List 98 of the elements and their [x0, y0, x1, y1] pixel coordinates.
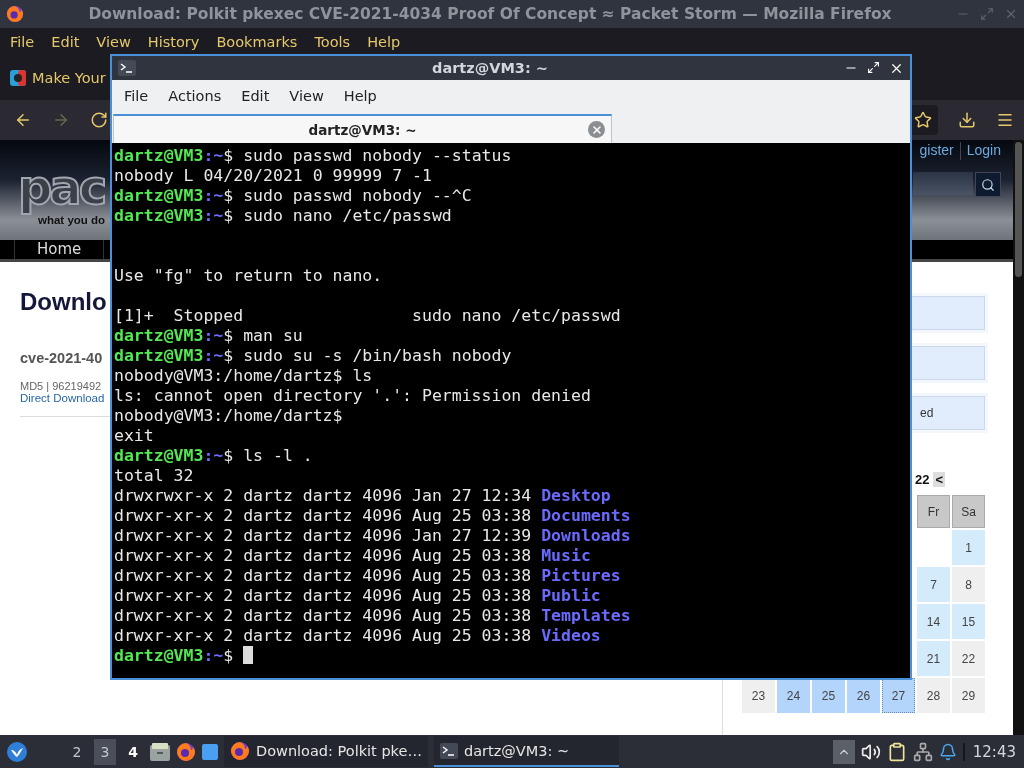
menu-item[interactable]: View	[281, 88, 332, 104]
calendar-day[interactable]: 28	[917, 678, 950, 713]
calendar-day[interactable]: 22	[952, 641, 985, 676]
weekday-header: Fr	[917, 495, 950, 528]
search-icon	[981, 177, 995, 192]
calendar-day[interactable]: 29	[952, 678, 985, 713]
menu-item[interactable]: Help	[335, 88, 385, 104]
page-heading: Downlo	[20, 288, 107, 316]
terminal-tab[interactable]: dartz@VM3: ~	[113, 114, 612, 143]
menu-item[interactable]: Edit	[233, 88, 278, 104]
terminal-title: dartz@VM3: ~	[431, 60, 549, 76]
terminal-line: dartz@VM3:~$	[114, 646, 908, 666]
search-button[interactable]	[975, 172, 1001, 197]
terminal-line: drwxr-xr-x 2 dartz dartz 4096 Aug 25 03:38 Templates	[114, 606, 632, 626]
previous-button[interactable]: <	[933, 472, 946, 487]
desktop-button[interactable]: 2	[66, 738, 88, 765]
firefox-icon	[6, 5, 24, 23]
terminal-line: ls: cannot open directory '.': Permission denied	[114, 386, 592, 406]
calendar-day[interactable]: 21	[917, 641, 950, 676]
terminal-line: dartz@VM3:~$ sudo su -s /bin/bash nobody	[114, 346, 513, 366]
menu-item[interactable]: Bookmarks	[210, 33, 304, 50]
calendar-day[interactable]: 7	[917, 567, 950, 602]
terminal-icon	[118, 60, 136, 76]
terminal-line: nobody@VM3:/home/dartz$	[114, 406, 344, 426]
site-tagline: what you do	[38, 214, 106, 226]
menu-item[interactable]: File	[116, 88, 157, 104]
menu-icon[interactable]	[996, 111, 1014, 129]
calendar-day[interactable]: 1	[952, 530, 985, 565]
terminal-line: nobody@VM3:/home/dartz$ ls	[114, 366, 374, 386]
panel-text: ed	[920, 406, 934, 420]
search-field[interactable]	[913, 172, 973, 195]
task-button[interactable]: Download: Polkit pke…	[224, 736, 428, 767]
firefox-icon	[230, 740, 250, 761]
calendar-day[interactable]: 23	[742, 678, 775, 713]
desktop-button[interactable]: 3	[94, 738, 116, 765]
menu-item[interactable]: History	[141, 33, 206, 50]
terminal-line: drwxr-xr-x 2 dartz dartz 4096 Aug 25 03:38 Pictures	[114, 566, 622, 586]
header-link[interactable]: Login	[966, 142, 1001, 160]
terminal-line: dartz@VM3:~$ sudo passwd nobody --^C	[114, 186, 473, 206]
calendar-day[interactable]: 14	[917, 604, 950, 639]
terminal-line: dartz@VM3:~$ ls -l .	[114, 446, 314, 466]
md5-text: MD5 | 96219492	[20, 380, 102, 392]
terminal-line: dartz@VM3:~$ man su	[114, 326, 304, 346]
terminal-line: drwxr-xr-x 2 dartz dartz 4096 Aug 25 03:38 Documents	[114, 506, 632, 526]
terminal-line: [1]+ Stopped sudo nano /etc/passwd	[114, 306, 622, 326]
tab-close-button[interactable]	[588, 121, 605, 138]
task-button[interactable]: dartz@VM3: ~	[433, 736, 619, 767]
calendar-day[interactable]: 15	[952, 604, 985, 639]
calendar-day[interactable]: 24	[777, 678, 810, 713]
close-icon	[590, 123, 603, 136]
terminal-line: total 32	[114, 466, 195, 486]
menu-item[interactable]: Help	[361, 33, 407, 50]
terminal-line: dartz@VM3:~$ sudo nano /etc/passwd	[114, 206, 453, 226]
calendar-day[interactable]: 26	[847, 678, 880, 713]
terminal-line: drwxrwxr-x 2 dartz dartz 4096 Jan 27 12:34 Desktop	[114, 486, 612, 506]
calendar-day[interactable]: 25	[812, 678, 845, 713]
download-icon[interactable]	[958, 111, 976, 129]
scrollbar[interactable]	[1013, 140, 1024, 735]
back-icon[interactable]	[14, 111, 32, 129]
download-link[interactable]: Direct Download	[20, 392, 105, 404]
browser-tab[interactable]: Make Your	[10, 69, 106, 86]
clock: 12:43	[962, 742, 1016, 761]
menu-item[interactable]: View	[90, 33, 137, 50]
menu-item[interactable]: Tools	[308, 33, 357, 50]
terminal-line: drwxr-xr-x 2 dartz dartz 4096 Aug 25 03:38 Public	[114, 586, 602, 606]
file-title: cve-2021-40	[20, 350, 103, 366]
menu-item[interactable]: File	[4, 33, 41, 50]
menu-item[interactable]: Edit	[45, 33, 86, 50]
terminal-line: Use "fg" to return to nano.	[114, 266, 384, 286]
calendar-year: 22	[915, 472, 930, 487]
desktop-button[interactable]: 4	[122, 738, 144, 765]
terminal-line: exit	[114, 426, 155, 446]
header-link[interactable]: gister	[919, 142, 954, 160]
firefox-icon	[176, 741, 196, 762]
site-icon	[10, 69, 26, 86]
app-icon[interactable]	[202, 743, 218, 760]
calendar-day[interactable]: 27	[882, 678, 915, 713]
calendar-day[interactable]: 8	[952, 567, 985, 602]
reload-icon[interactable]	[90, 111, 108, 129]
nav-link[interactable]: Home	[14, 240, 105, 259]
volume-icon[interactable]	[860, 741, 881, 762]
terminal-line: dartz@VM3:~$ sudo passwd nobody --status	[114, 146, 513, 166]
start-menu-icon[interactable]	[6, 740, 28, 763]
star-icon	[914, 111, 932, 129]
menu-item[interactable]: Actions	[160, 88, 230, 104]
forward-icon[interactable]	[52, 111, 70, 129]
window-title: Download: Polkit pkexec CVE-2021-4034 Proof Of Concept ≈ Packet Storm — Mozilla Firefox	[87, 5, 893, 23]
terminal-line: drwxr-xr-x 2 dartz dartz 4096 Aug 25 03:38 Music	[114, 546, 592, 566]
network-icon[interactable]	[912, 741, 933, 762]
terminal-line: drwxr-xr-x 2 dartz dartz 4096 Aug 25 03:38 Videos	[114, 626, 602, 646]
file-manager-icon[interactable]	[150, 742, 170, 761]
terminal-line: drwxr-xr-x 2 dartz dartz 4096 Jan 27 12:39 Downloads	[114, 526, 632, 546]
notification-icon[interactable]	[938, 742, 957, 761]
maximize-icon[interactable]	[867, 60, 880, 74]
tray-expand-button[interactable]	[832, 739, 855, 764]
terminal-line: nobody L 04/20/2021 0 99999 7 -1	[114, 166, 433, 186]
terminal-icon	[439, 742, 458, 759]
weekday-header: Sa	[952, 495, 985, 528]
